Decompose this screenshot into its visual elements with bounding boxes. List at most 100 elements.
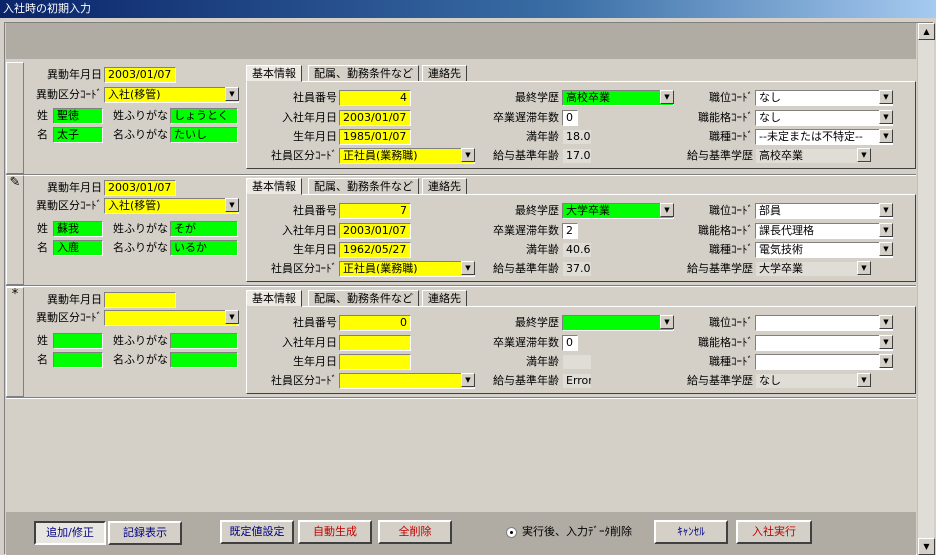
move-date-field[interactable] [104, 292, 176, 308]
grade-combo[interactable]: 課長代理格 ▼ [755, 223, 893, 239]
emp-class-combo[interactable]: 正社員(業務職) ▼ [339, 261, 475, 277]
chevron-down-icon[interactable]: ▼ [660, 90, 674, 104]
tab-contact[interactable]: 連絡先 [422, 178, 467, 195]
sei-field[interactable] [53, 333, 103, 349]
emp-no-label: 社員番号 [293, 204, 337, 217]
birth-date-field[interactable]: 1962/05/27 [339, 242, 411, 258]
pay-edu-combo[interactable]: 高校卒業 ▼ [755, 148, 871, 164]
chevron-down-icon[interactable]: ▼ [857, 148, 871, 162]
emp-no-field[interactable]: 7 [339, 203, 411, 219]
chevron-down-icon[interactable]: ▼ [879, 90, 893, 104]
pay-edu-combo[interactable]: 大学卒業 ▼ [755, 261, 871, 277]
scroll-down-icon[interactable]: ▼ [918, 538, 935, 555]
record-selector[interactable] [6, 62, 24, 174]
chevron-down-icon[interactable]: ▼ [660, 315, 674, 329]
job-type-combo[interactable]: 電気技術 ▼ [755, 242, 893, 258]
chevron-down-icon[interactable]: ▼ [879, 315, 893, 329]
chevron-down-icon[interactable]: ▼ [225, 310, 239, 324]
record-selector-new[interactable]: * [6, 287, 24, 397]
execute-hire-button[interactable]: 入社実行 [736, 520, 812, 544]
position-combo[interactable]: 部員 ▼ [755, 203, 893, 219]
tab-assignment[interactable]: 配属、勤務条件など [308, 65, 419, 82]
grad-delay-field[interactable]: 2 [562, 223, 578, 239]
birth-date-label: 生年月日 [293, 243, 337, 256]
move-date-field[interactable]: 2003/01/07 [104, 67, 176, 83]
sei-field[interactable]: 聖徳 [53, 108, 103, 124]
chevron-down-icon[interactable]: ▼ [879, 223, 893, 237]
tab-contact[interactable]: 連絡先 [422, 65, 467, 82]
chevron-down-icon[interactable]: ▼ [225, 198, 239, 212]
birth-date-field[interactable]: 1985/01/07 [339, 129, 411, 145]
chevron-down-icon[interactable]: ▼ [879, 354, 893, 368]
chevron-down-icon[interactable]: ▼ [879, 335, 893, 349]
tab-assignment[interactable]: 配属、勤務条件など [308, 178, 419, 195]
emp-no-field[interactable]: 4 [339, 90, 411, 106]
chevron-down-icon[interactable]: ▼ [660, 203, 674, 217]
pay-age-label: 給与基準年齢 [493, 374, 559, 387]
record-selector-edit[interactable]: ✎ [6, 175, 24, 285]
move-code-combo[interactable]: 入社(移管) ▼ [104, 87, 239, 103]
view-records-button[interactable]: 記録表示 [108, 521, 182, 545]
sei-kana-field[interactable]: そが [170, 221, 238, 237]
grad-delay-field[interactable]: 0 [562, 335, 578, 351]
delete-all-button[interactable]: 全削除 [378, 520, 452, 544]
sei-kana-field[interactable]: しょうとく [170, 108, 238, 124]
chevron-down-icon[interactable]: ▼ [879, 242, 893, 256]
defaults-button[interactable]: 既定値設定 [220, 520, 294, 544]
mei-kana-field[interactable] [170, 352, 238, 368]
tab-assignment[interactable]: 配属、勤務条件など [308, 290, 419, 307]
job-type-combo[interactable]: --未定または不特定-- ▼ [755, 129, 893, 145]
education-combo[interactable]: 高校卒業 ▼ [562, 90, 674, 106]
chevron-down-icon[interactable]: ▼ [879, 203, 893, 217]
mei-kana-field[interactable]: いるか [170, 240, 238, 256]
tab-basic-info[interactable]: 基本情報 [246, 65, 302, 82]
education-label: 最終学歴 [515, 91, 559, 104]
tab-panel-basic: 社員番号 7 入社年月日 2003/01/07 生年月日 1962/05/27 … [246, 194, 916, 282]
mei-field[interactable]: 入鹿 [53, 240, 103, 256]
chevron-down-icon[interactable]: ▼ [857, 373, 871, 387]
hire-date-field[interactable]: 2003/01/07 [339, 223, 411, 239]
birth-date-field[interactable] [339, 354, 411, 370]
chevron-down-icon[interactable]: ▼ [225, 87, 239, 101]
sei-kana-field[interactable] [170, 333, 238, 349]
job-type-combo[interactable]: ▼ [755, 354, 893, 370]
grade-combo[interactable]: ▼ [755, 335, 893, 351]
tab-panel-basic: 社員番号 4 入社年月日 2003/01/07 生年月日 1985/01/07 … [246, 81, 916, 169]
move-code-value: 入社(移管) [104, 198, 239, 214]
position-combo[interactable]: なし ▼ [755, 90, 893, 106]
move-date-field[interactable]: 2003/01/07 [104, 180, 176, 196]
scroll-up-icon[interactable]: ▲ [918, 23, 935, 40]
chevron-down-icon[interactable]: ▼ [879, 129, 893, 143]
hire-date-field[interactable]: 2003/01/07 [339, 110, 411, 126]
chevron-down-icon[interactable]: ▼ [857, 261, 871, 275]
move-code-combo[interactable]: 入社(移管) ▼ [104, 198, 239, 214]
move-code-combo[interactable]: ▼ [104, 310, 239, 326]
position-combo[interactable]: ▼ [755, 315, 893, 331]
emp-class-combo[interactable]: 正社員(業務職) ▼ [339, 148, 475, 164]
education-combo[interactable]: ▼ [562, 315, 674, 331]
cancel-button[interactable]: ｷｬﾝｾﾙ [654, 520, 728, 544]
grade-value: なし [755, 110, 893, 126]
grad-delay-field[interactable]: 0 [562, 110, 578, 126]
clear-after-run-radio[interactable] [506, 527, 517, 538]
education-combo[interactable]: 大学卒業 ▼ [562, 203, 674, 219]
add-edit-button[interactable]: 追加/修正 [34, 521, 106, 545]
tab-contact[interactable]: 連絡先 [422, 290, 467, 307]
emp-no-field[interactable]: 0 [339, 315, 411, 331]
pay-edu-combo[interactable]: なし ▼ [755, 373, 871, 389]
emp-class-combo[interactable]: ▼ [339, 373, 475, 389]
auto-generate-button[interactable]: 自動生成 [298, 520, 372, 544]
mei-field[interactable] [53, 352, 103, 368]
mei-kana-field[interactable]: たいし [170, 127, 238, 143]
tab-basic-info[interactable]: 基本情報 [246, 178, 302, 195]
tab-basic-info[interactable]: 基本情報 [246, 290, 302, 307]
vertical-scrollbar[interactable]: ▲ ▼ [917, 23, 935, 555]
grade-combo[interactable]: なし ▼ [755, 110, 893, 126]
hire-date-field[interactable] [339, 335, 411, 351]
emp-no-label: 社員番号 [293, 91, 337, 104]
emp-class-label: 社員区分ｺｰﾄﾞ [271, 149, 337, 162]
sei-field[interactable]: 蘇我 [53, 221, 103, 237]
mei-field[interactable]: 太子 [53, 127, 103, 143]
chevron-down-icon[interactable]: ▼ [879, 110, 893, 124]
clear-after-run-label: 実行後、入力ﾃﾞｰﾀ削除 [522, 525, 632, 538]
